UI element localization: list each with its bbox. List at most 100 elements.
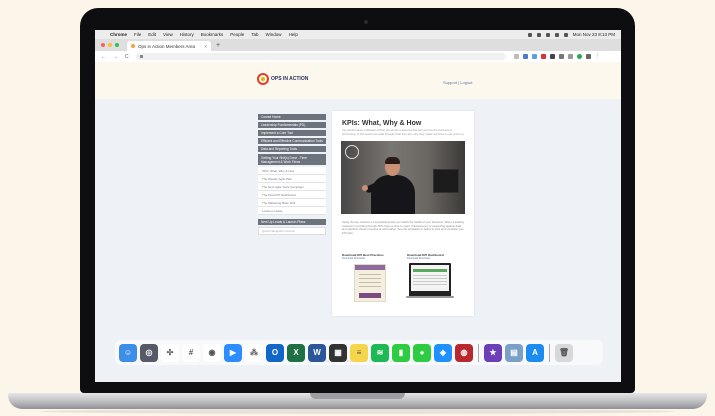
extension-icon[interactable]	[522, 54, 528, 59]
safari-icon[interactable]: ◈	[434, 343, 452, 362]
sidebar-lesson-kpis[interactable]: KPIs: What, Why & How	[258, 167, 326, 175]
calculator-icon[interactable]: ▦	[329, 343, 347, 362]
thumb-row	[413, 281, 447, 282]
lock-icon	[139, 55, 143, 58]
thumb-row	[413, 284, 447, 285]
thumb-footer	[359, 293, 381, 298]
finder-icon[interactable]: ☺	[119, 343, 137, 362]
battery-icon[interactable]	[536, 32, 541, 37]
slack-alt-icon[interactable]: #	[182, 343, 200, 362]
launchpad-icon[interactable]: ◎	[140, 343, 158, 362]
new-tab-button[interactable]: +	[216, 42, 220, 49]
lesson-video[interactable]	[341, 141, 465, 214]
slack-icon[interactable]: ✣	[161, 343, 179, 362]
menu-history[interactable]: History	[180, 32, 194, 37]
extension-icon[interactable]	[540, 54, 546, 59]
presenter-hair	[385, 157, 400, 164]
zoom-window-button[interactable]	[115, 43, 119, 47]
site-logo[interactable]: OPS IN ACTION	[257, 73, 308, 85]
thumb-row	[413, 278, 447, 279]
laptop-notch	[310, 393, 405, 399]
bookmark-star-icon[interactable]	[513, 54, 519, 59]
menu-help[interactable]: Help	[289, 32, 298, 37]
facetime-icon[interactable]: ▮	[392, 343, 410, 362]
more-menu-icon[interactable]: ⋮	[594, 54, 600, 59]
menu-file[interactable]: File	[134, 32, 141, 37]
course-sidebar: Course Home Leadership Fundamentals (PD)…	[258, 114, 326, 235]
sidebar-search-input[interactable]: Quick Navigation Search	[258, 227, 326, 235]
mac-menubar: Chrome File Edit View History Bookmarks …	[95, 30, 621, 39]
excel-icon[interactable]: X	[287, 343, 305, 362]
sidebar-lesson[interactable]: The Weekly Agile Plan	[258, 175, 326, 183]
mac-dock: ☺ ◎ ✣ # ◉ ▶ ⁂ O X W ▦ ≡ ≋ ▮ ● ◈ ◍ ★ ▤ A 🗑	[115, 340, 603, 365]
menu-tab[interactable]: Tab	[251, 32, 258, 37]
sidebar-item-communication[interactable]: Efficient and Effective Communication To…	[258, 138, 326, 144]
sidebar-lesson[interactable]: The Marketing Brain Drift	[258, 199, 326, 207]
extension-icon[interactable]	[585, 54, 591, 59]
zoom-icon[interactable]: ▶	[224, 343, 242, 362]
tab-ops-in-action[interactable]: Ops in Action Members Area ×	[127, 41, 211, 51]
menu-window[interactable]: Window	[266, 32, 282, 37]
sidebar-item-core-tool[interactable]: Implement a Core Tool	[258, 130, 326, 136]
menu-bookmarks[interactable]: Bookmarks	[201, 32, 224, 37]
support-logout-links[interactable]: Support | Logout	[443, 80, 473, 85]
video-monitor	[433, 169, 459, 193]
word-icon[interactable]: W	[308, 343, 326, 362]
menu-people[interactable]: People	[230, 32, 244, 37]
sidebar-lesson[interactable]: The Next Agile Tools Campaign	[258, 183, 326, 191]
minimize-window-button[interactable]	[108, 43, 112, 47]
imovie-icon[interactable]: ★	[484, 343, 502, 362]
photo-booth-icon[interactable]: ◍	[455, 343, 473, 362]
user-icon[interactable]	[563, 32, 568, 37]
extension-icon[interactable]	[531, 54, 537, 59]
chrome-icon[interactable]: ◉	[203, 343, 221, 362]
back-button[interactable]: ←	[101, 54, 106, 60]
sidebar-item-leadership[interactable]: Leadership Fundamentals (PD)	[258, 122, 326, 128]
best-practices-thumbnail[interactable]	[354, 264, 386, 302]
dashboard-thumbnail[interactable]	[406, 263, 454, 298]
search-icon[interactable]	[554, 32, 559, 37]
sidebar-lesson[interactable]: The Final KPI Dashboard	[258, 191, 326, 199]
close-window-button[interactable]	[101, 43, 105, 47]
asana-icon[interactable]: ⁂	[245, 343, 263, 362]
sidebar-item-data-reporting[interactable]: Data and Reporting Tools	[258, 146, 326, 152]
thumb-line	[359, 282, 381, 283]
sidebar-item-next-up[interactable]: Next Up Leads & Launch Plans	[258, 219, 326, 225]
favicon-icon	[131, 44, 135, 48]
trash-icon[interactable]: 🗑	[555, 343, 573, 362]
menu-view[interactable]: View	[163, 32, 173, 37]
reload-button[interactable]: C	[125, 54, 129, 60]
extension-icon[interactable]	[567, 54, 573, 59]
outlook-icon[interactable]: O	[266, 343, 284, 362]
lesson-body: Using the key metrics in a spreadsheet l…	[342, 220, 464, 235]
preview-icon[interactable]: ▤	[505, 343, 523, 362]
address-bar[interactable]	[135, 53, 506, 60]
thumb-header	[413, 269, 447, 272]
extension-icon[interactable]	[549, 54, 555, 59]
sidebar-item-course-home[interactable]: Course Home	[258, 114, 326, 120]
spotify-icon[interactable]: ≋	[371, 343, 389, 362]
download-dashboard-link[interactable]: Download Download	[407, 257, 430, 260]
messages-icon[interactable]: ●	[413, 343, 431, 362]
logo-line-1: OPS IN ACTION	[271, 75, 309, 82]
sidebar-lesson[interactable]: Lesson Locator	[258, 207, 326, 215]
download-best-practices-link[interactable]: Download Download	[342, 257, 365, 260]
forward-button[interactable]: →	[113, 54, 118, 60]
wifi-icon[interactable]	[545, 32, 550, 37]
app-store-icon[interactable]: A	[526, 343, 544, 362]
dropbox-icon[interactable]	[527, 32, 532, 37]
browser-tab-bar: Ops in Action Members Area × +	[95, 39, 621, 51]
menu-edit[interactable]: Edit	[148, 32, 156, 37]
thumb-band	[355, 265, 385, 270]
clock[interactable]: Mon Nov 23 8:13 PM	[573, 32, 615, 37]
menu-chrome[interactable]: Chrome	[110, 32, 127, 37]
lesson-title: KPIs: What, Why & How	[342, 120, 422, 127]
sidebar-item-time-management[interactable]: Getting Your Shit(s) Done - Time Managem…	[258, 154, 326, 165]
thumb-line	[359, 274, 381, 275]
close-tab-icon[interactable]: ×	[204, 44, 207, 49]
extension-icon[interactable]	[576, 54, 582, 59]
notes-icon[interactable]: ≡	[350, 343, 368, 362]
thumb-line	[359, 278, 381, 279]
lesson-content: KPIs: What, Why & How Key Performance In…	[332, 111, 474, 316]
extension-icon[interactable]	[558, 54, 564, 59]
